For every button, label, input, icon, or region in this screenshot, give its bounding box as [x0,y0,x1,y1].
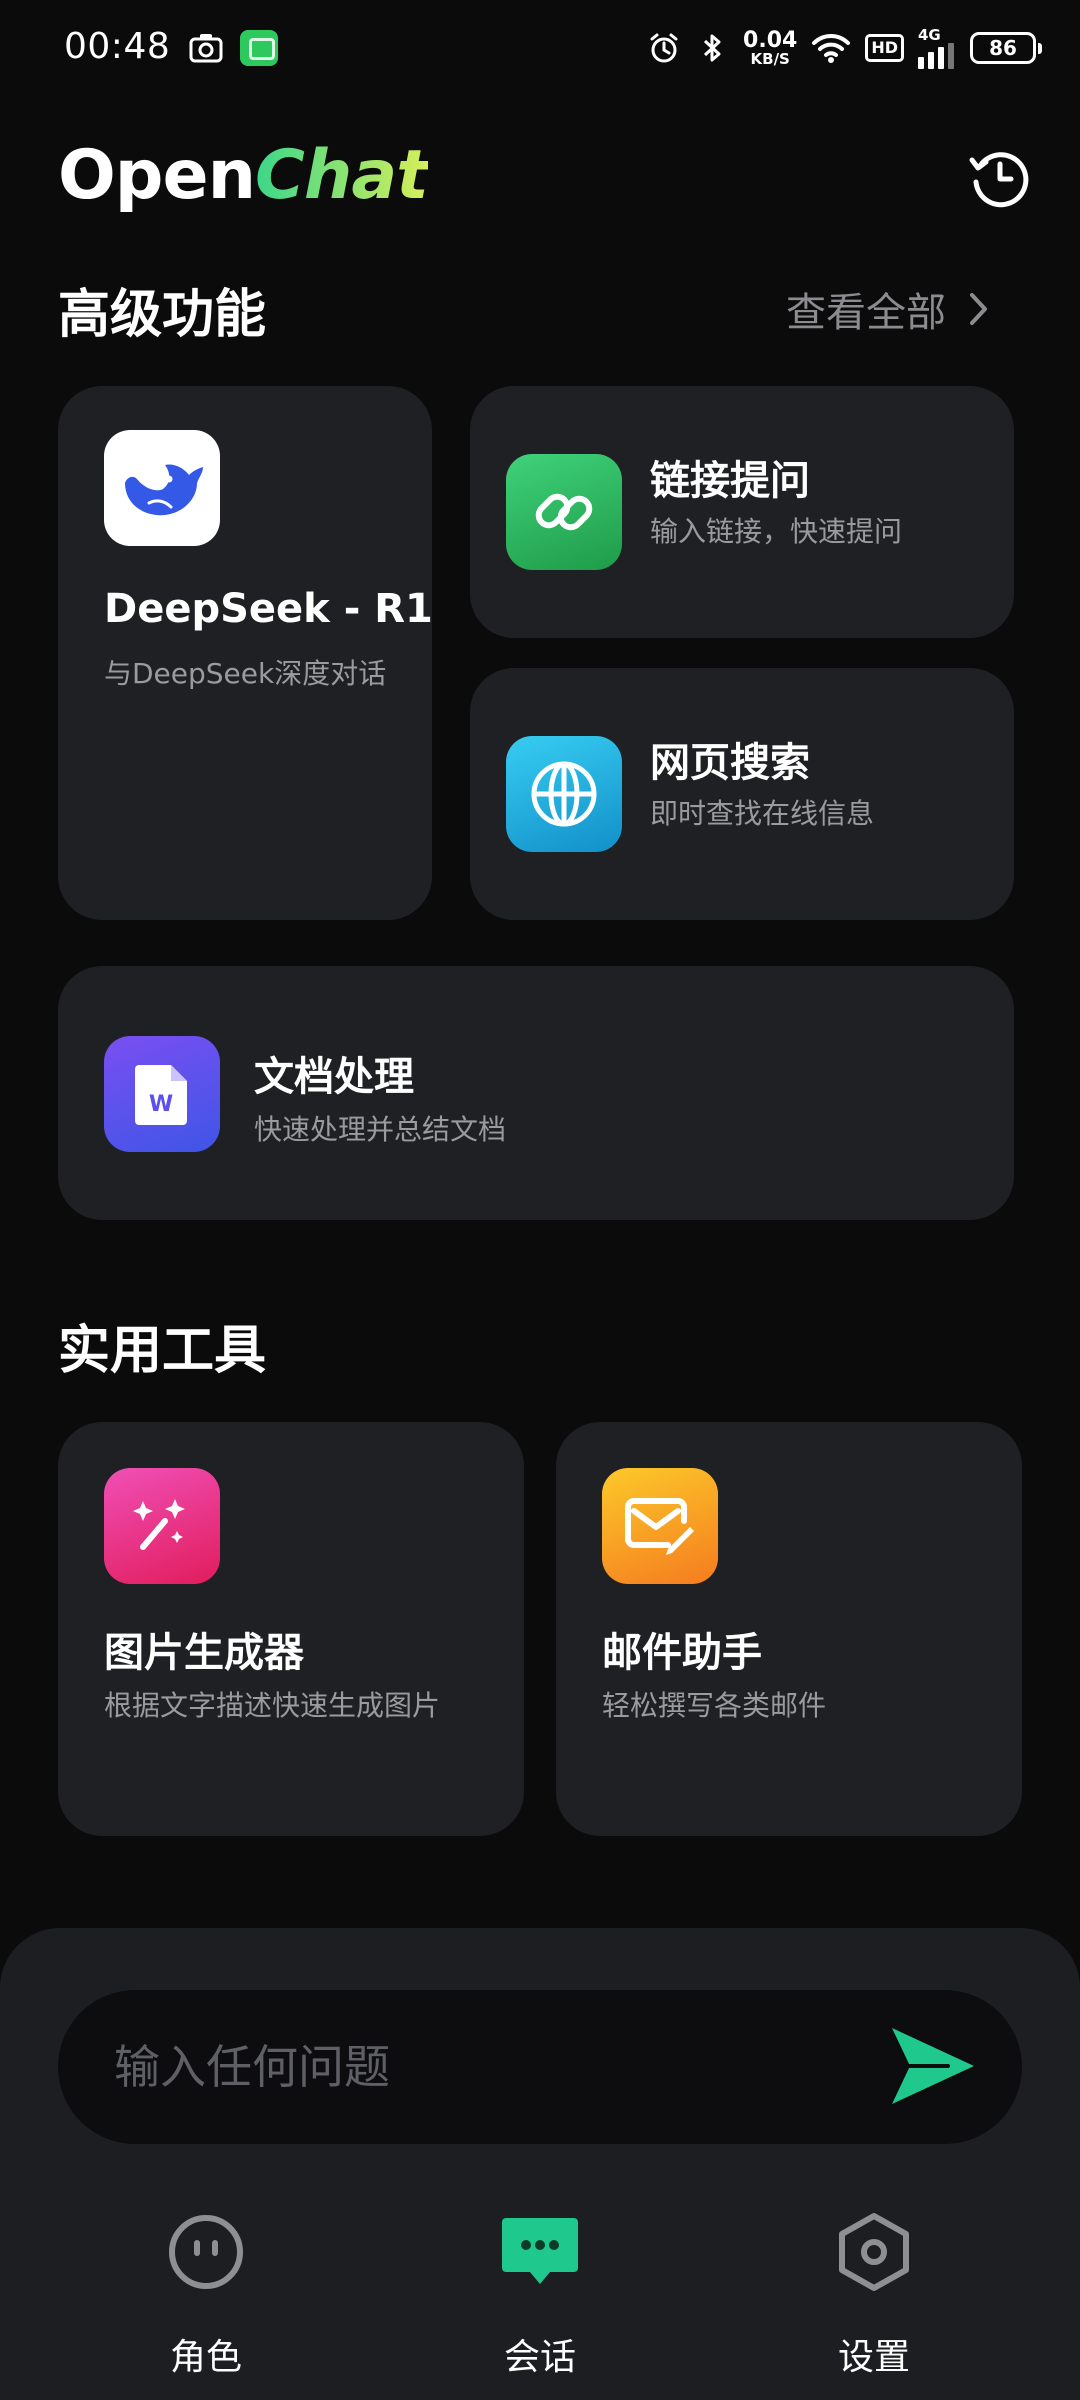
face-icon [169,2215,243,2289]
history-clock-icon[interactable] [968,146,1030,208]
nav-label: 会话 [503,2337,576,2378]
word-document-icon: W [104,1036,220,1152]
notification-app-icon [240,30,278,66]
logo-chat: Chat [255,136,429,215]
tool-card-email-assistant[interactable]: 邮件助手 轻松撰写各类邮件 [556,1422,1022,1836]
view-all-button[interactable]: 查看全部 [786,280,990,338]
card-title: 链接提问 [650,458,810,504]
card-title: 文档处理 [254,1054,414,1100]
feature-card-deepseek[interactable]: DeepSeek - R1 与DeepSeek深度对话 [58,386,433,920]
mail-edit-icon [602,1468,718,1584]
bluetooth-icon [704,34,721,62]
battery-indicator: 86 [970,32,1042,64]
feature-card-link-question[interactable]: 链接提问 输入链接，快速提问 [470,386,1014,638]
logo-open: Open [58,136,256,215]
status-time: 00:48 [64,26,171,67]
chat-bubble-icon [502,2218,578,2284]
globe-icon [506,736,622,852]
feature-card-web-search[interactable]: 网页搜索 即时查找在线信息 [470,668,1014,920]
chevron-right-icon [970,293,987,325]
cellular-signal: 4G [918,25,956,69]
hd-voice-badge: HD [865,34,904,62]
nav-label: 设置 [837,2337,910,2378]
card-subtitle: 轻松撰写各类邮件 [602,1689,827,1722]
network-speed: 0.04 KB/S [743,27,798,68]
nav-item-chat[interactable]: 会话 [440,2200,640,2378]
signal-bars-icon [918,42,954,69]
nav-label: 角色 [169,2337,242,2378]
message-composer [58,1990,1022,2144]
status-bar: 00:48 0.04 KB/S HD 4G 86 [0,0,1080,96]
section-title-tools: 实用工具 [58,1321,267,1381]
network-type: 4G [918,25,941,44]
section-title-advanced: 高级功能 [58,285,267,345]
link-icon [506,454,622,570]
network-speed-value: 0.04 [743,27,798,53]
nav-item-role[interactable]: 角色 [106,2200,306,2378]
magic-wand-icon [104,1468,220,1584]
card-subtitle: 即时查找在线信息 [650,797,875,830]
card-subtitle: 快速处理并总结文档 [254,1113,507,1146]
alarm-icon [650,33,678,63]
deepseek-whale-icon [104,430,220,546]
svg-text:W: W [149,1092,173,1117]
card-title: 图片生成器 [104,1630,304,1676]
card-title: 网页搜索 [650,740,810,786]
app-logo: OpenChat [58,136,429,215]
card-subtitle: 与DeepSeek深度对话 [104,657,387,690]
hexagon-settings-icon [839,2213,909,2291]
feature-card-document[interactable]: W 文档处理 快速处理并总结文档 [58,966,1014,1220]
send-icon[interactable] [888,2024,978,2108]
card-title: DeepSeek - R1 [104,586,433,632]
status-indicators: 0.04 KB/S HD 4G 86 [647,22,1042,74]
wifi-icon [812,33,851,63]
screen-capture-icon [189,34,223,63]
card-subtitle: 输入链接，快速提问 [650,515,903,548]
tool-card-image-generator[interactable]: 图片生成器 根据文字描述快速生成图片 [58,1422,524,1836]
card-subtitle: 根据文字描述快速生成图片 [104,1689,441,1722]
card-title: 邮件助手 [602,1630,762,1676]
network-speed-unit: KB/S [750,49,790,68]
nav-item-settings[interactable]: 设置 [774,2200,974,2378]
view-all-label: 查看全部 [786,290,946,336]
message-input[interactable] [114,1990,874,2144]
